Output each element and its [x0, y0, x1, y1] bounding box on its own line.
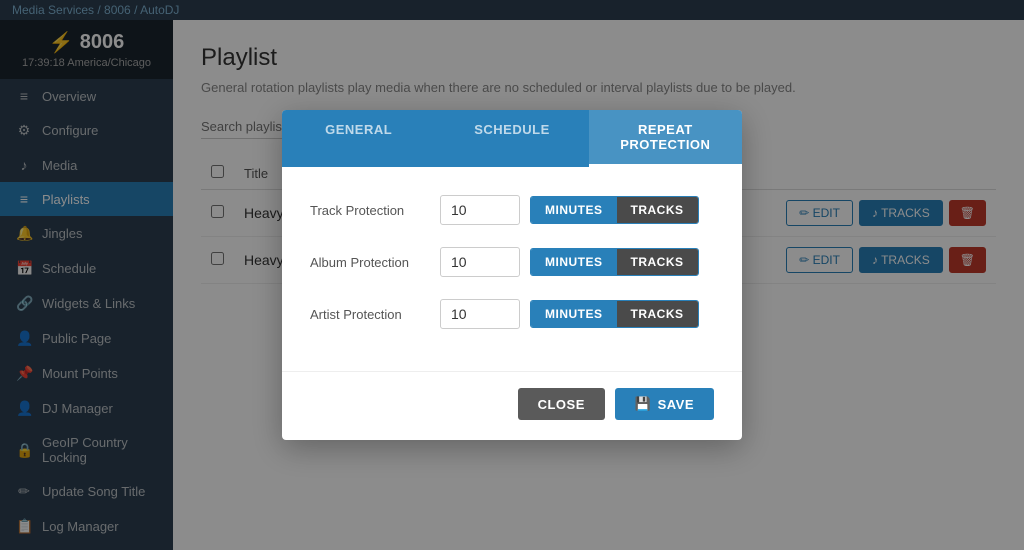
album-minutes-btn[interactable]: MINUTES [531, 249, 617, 275]
close-button[interactable]: CLOSE [518, 388, 605, 420]
tab-general[interactable]: GENERAL [282, 110, 435, 167]
artist-minutes-btn[interactable]: MINUTES [531, 301, 617, 327]
track-toggle-group: MINUTES TRACKS [530, 196, 699, 224]
artist-protection-label: Artist Protection [310, 307, 440, 322]
track-tracks-btn[interactable]: TRACKS [617, 197, 698, 223]
modal-overlay: GENERAL SCHEDULE REPEAT PROTECTION Track… [0, 0, 1024, 550]
album-protection-label: Album Protection [310, 255, 440, 270]
album-toggle-group: MINUTES TRACKS [530, 248, 699, 276]
app-container: Media Services / 8006 / AutoDJ ⚡ 8006 17… [0, 0, 1024, 550]
track-protection-label: Track Protection [310, 203, 440, 218]
save-button[interactable]: 💾 SAVE [615, 388, 714, 420]
modal-tabs: GENERAL SCHEDULE REPEAT PROTECTION [282, 110, 742, 167]
track-minutes-btn[interactable]: MINUTES [531, 197, 617, 223]
modal-body: Track Protection MINUTES TRACKS Album Pr… [282, 167, 742, 371]
album-protection-row: Album Protection MINUTES TRACKS [310, 247, 714, 277]
artist-tracks-btn[interactable]: TRACKS [617, 301, 698, 327]
tab-schedule[interactable]: SCHEDULE [435, 110, 588, 167]
artist-toggle-group: MINUTES TRACKS [530, 300, 699, 328]
artist-protection-row: Artist Protection MINUTES TRACKS [310, 299, 714, 329]
tab-repeat-protection[interactable]: REPEAT PROTECTION [589, 110, 742, 167]
modal-footer: CLOSE 💾 SAVE [282, 371, 742, 440]
album-tracks-btn[interactable]: TRACKS [617, 249, 698, 275]
modal-dialog: GENERAL SCHEDULE REPEAT PROTECTION Track… [282, 110, 742, 440]
artist-protection-input[interactable] [440, 299, 520, 329]
track-protection-input[interactable] [440, 195, 520, 225]
album-protection-input[interactable] [440, 247, 520, 277]
save-icon: 💾 [635, 396, 652, 412]
track-protection-row: Track Protection MINUTES TRACKS [310, 195, 714, 225]
